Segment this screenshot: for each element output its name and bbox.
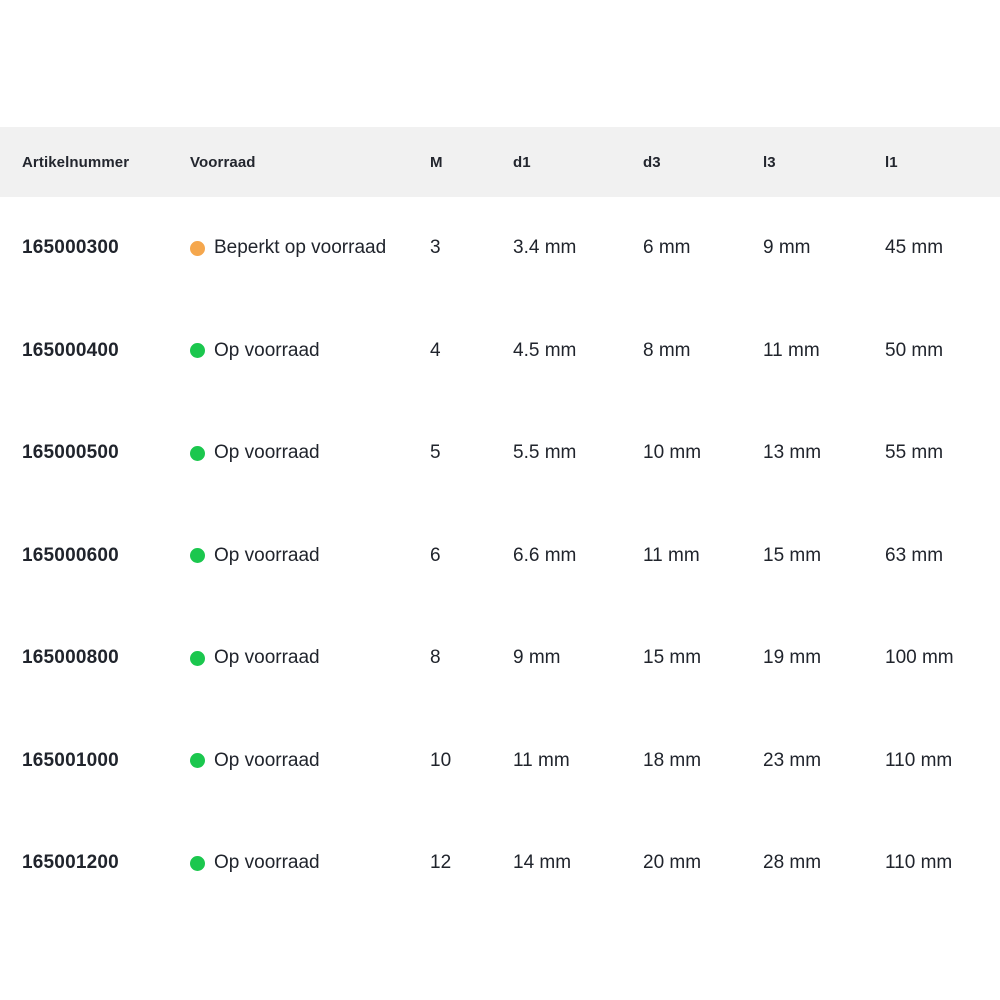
value-l1: 45 mm <box>885 237 1000 259</box>
table-row[interactable]: 165000300 Beperkt op voorraad 3 3.4 mm 6… <box>0 197 1000 300</box>
stock-status-dot-icon <box>190 343 205 358</box>
stock-status-label: Beperkt op voorraad <box>214 237 386 259</box>
value-l1: 110 mm <box>885 852 1000 874</box>
value-m: 12 <box>430 852 513 874</box>
table-row[interactable]: 165000600 Op voorraad 6 6.6 mm 11 mm 15 … <box>0 505 1000 608</box>
value-l3: 15 mm <box>763 545 885 567</box>
value-m: 3 <box>430 237 513 259</box>
value-d3: 11 mm <box>643 545 763 567</box>
stock-status: Op voorraad <box>190 545 430 567</box>
column-header-artikelnummer: Artikelnummer <box>22 154 190 171</box>
stock-status: Op voorraad <box>190 340 430 362</box>
value-l3: 13 mm <box>763 442 885 464</box>
stock-status-dot-icon <box>190 856 205 871</box>
value-l3: 28 mm <box>763 852 885 874</box>
stock-status-label: Op voorraad <box>214 340 320 362</box>
value-l3: 9 mm <box>763 237 885 259</box>
column-header-l1: l1 <box>885 154 1000 171</box>
table-header-row: Artikelnummer Voorraad M d1 d3 l3 l1 <box>0 127 1000 197</box>
value-d1: 5.5 mm <box>513 442 643 464</box>
value-d1: 6.6 mm <box>513 545 643 567</box>
column-header-d3: d3 <box>643 154 763 171</box>
stock-status-dot-icon <box>190 548 205 563</box>
value-d3: 18 mm <box>643 750 763 772</box>
article-number[interactable]: 165000400 <box>22 340 190 362</box>
table-row[interactable]: 165001000 Op voorraad 10 11 mm 18 mm 23 … <box>0 710 1000 813</box>
value-d1: 4.5 mm <box>513 340 643 362</box>
stock-status-dot-icon <box>190 446 205 461</box>
stock-status-label: Op voorraad <box>214 852 320 874</box>
column-header-m: M <box>430 154 513 171</box>
column-header-l3: l3 <box>763 154 885 171</box>
value-d3: 8 mm <box>643 340 763 362</box>
value-l3: 19 mm <box>763 647 885 669</box>
article-number[interactable]: 165001000 <box>22 750 190 772</box>
value-l1: 55 mm <box>885 442 1000 464</box>
column-header-d1: d1 <box>513 154 643 171</box>
value-l1: 63 mm <box>885 545 1000 567</box>
value-m: 10 <box>430 750 513 772</box>
value-d3: 20 mm <box>643 852 763 874</box>
value-l1: 50 mm <box>885 340 1000 362</box>
table-row[interactable]: 165000500 Op voorraad 5 5.5 mm 10 mm 13 … <box>0 402 1000 505</box>
article-number[interactable]: 165001200 <box>22 852 190 874</box>
stock-status-label: Op voorraad <box>214 442 320 464</box>
value-l3: 11 mm <box>763 340 885 362</box>
stock-status-label: Op voorraad <box>214 750 320 772</box>
value-l1: 110 mm <box>885 750 1000 772</box>
value-l1: 100 mm <box>885 647 1000 669</box>
article-number[interactable]: 165000800 <box>22 647 190 669</box>
value-d1: 3.4 mm <box>513 237 643 259</box>
value-d3: 6 mm <box>643 237 763 259</box>
product-stock-table: Artikelnummer Voorraad M d1 d3 l3 l1 165… <box>0 127 1000 915</box>
table-row[interactable]: 165000800 Op voorraad 8 9 mm 15 mm 19 mm… <box>0 607 1000 710</box>
article-number[interactable]: 165000300 <box>22 237 190 259</box>
value-d3: 10 mm <box>643 442 763 464</box>
value-d1: 14 mm <box>513 852 643 874</box>
stock-status-dot-icon <box>190 241 205 256</box>
stock-status: Op voorraad <box>190 750 430 772</box>
stock-status-label: Op voorraad <box>214 647 320 669</box>
value-m: 8 <box>430 647 513 669</box>
stock-status: Beperkt op voorraad <box>190 237 430 259</box>
table-row[interactable]: 165001200 Op voorraad 12 14 mm 20 mm 28 … <box>0 812 1000 915</box>
stock-status-dot-icon <box>190 753 205 768</box>
value-m: 4 <box>430 340 513 362</box>
stock-status-label: Op voorraad <box>214 545 320 567</box>
stock-status-dot-icon <box>190 651 205 666</box>
stock-status: Op voorraad <box>190 852 430 874</box>
column-header-voorraad: Voorraad <box>190 154 430 171</box>
stock-status: Op voorraad <box>190 647 430 669</box>
article-number[interactable]: 165000500 <box>22 442 190 464</box>
page: Artikelnummer Voorraad M d1 d3 l3 l1 165… <box>0 0 1000 1000</box>
value-d1: 11 mm <box>513 750 643 772</box>
table-body: 165000300 Beperkt op voorraad 3 3.4 mm 6… <box>0 197 1000 915</box>
value-d3: 15 mm <box>643 647 763 669</box>
value-m: 6 <box>430 545 513 567</box>
stock-status: Op voorraad <box>190 442 430 464</box>
value-l3: 23 mm <box>763 750 885 772</box>
value-d1: 9 mm <box>513 647 643 669</box>
value-m: 5 <box>430 442 513 464</box>
table-row[interactable]: 165000400 Op voorraad 4 4.5 mm 8 mm 11 m… <box>0 300 1000 403</box>
article-number[interactable]: 165000600 <box>22 545 190 567</box>
